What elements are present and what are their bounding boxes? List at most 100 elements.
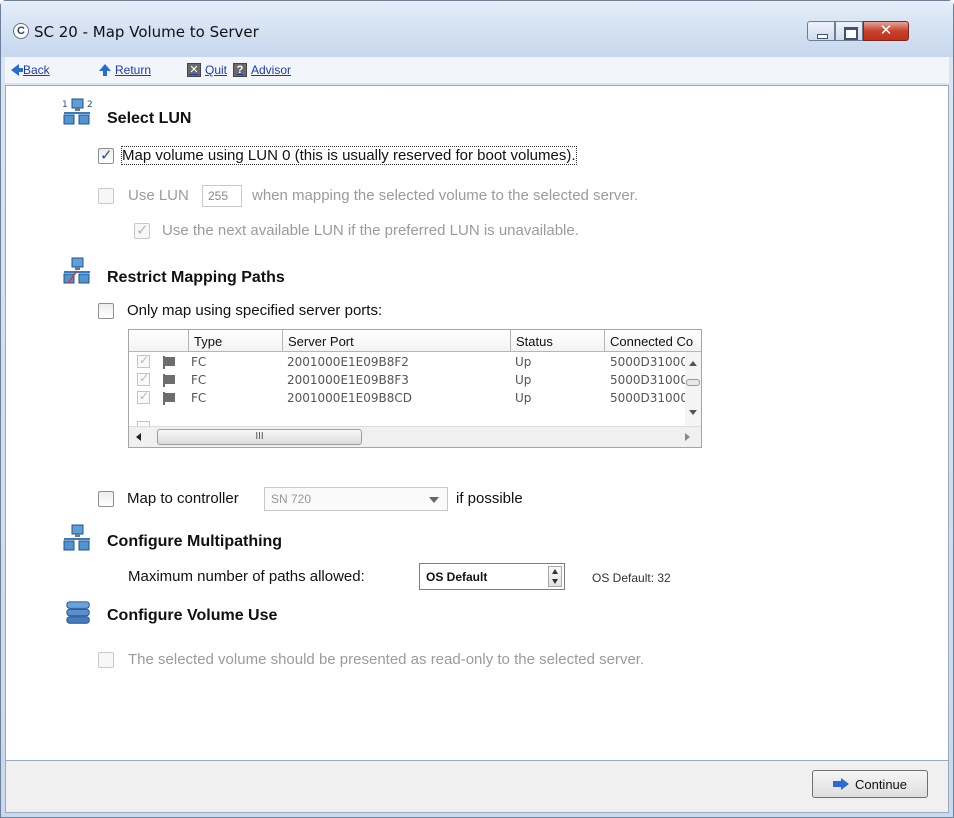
maximize-button[interactable] [835, 21, 863, 41]
row-checkbox[interactable]: ✓ [137, 371, 150, 386]
cell-type: FC [191, 391, 207, 405]
table-vertical-scrollbar[interactable] [685, 352, 701, 426]
flag-icon [163, 356, 175, 369]
back-link[interactable]: Back [11, 61, 50, 79]
check-icon: ✓ [139, 371, 150, 385]
column-header-status[interactable]: Status [511, 330, 605, 352]
scroll-left-icon[interactable] [136, 433, 141, 441]
minimize-button[interactable] [807, 21, 835, 41]
cell-status: Up [515, 373, 532, 387]
cell-status: Up [515, 391, 532, 405]
read-only-label: The selected volume should be presented … [128, 651, 645, 668]
table-row[interactable]: ✓ FC 2001000E1E09B8CD Up 5000D310000C [129, 389, 685, 407]
flag-icon [163, 374, 175, 387]
server-network-icon [63, 257, 90, 284]
cell-server-port: 2001000E1E09B8F2 [287, 355, 409, 369]
controller-select-value: SN 720 [271, 492, 312, 506]
select-lun-title: Select LUN [107, 110, 192, 127]
close-button[interactable]: ✕ [863, 21, 909, 41]
restrict-mapping-title: Restrict Mapping Paths [107, 269, 285, 286]
scroll-up-icon[interactable] [689, 361, 697, 366]
only-map-ports-checkbox[interactable] [98, 303, 114, 319]
table-row[interactable] [129, 407, 685, 426]
return-arrow-icon [99, 64, 111, 76]
table-row[interactable]: ✓ FC 2001000E1E09B8F2 Up 5000D310000C [129, 353, 685, 371]
column-header-type[interactable]: Type [189, 330, 283, 352]
continue-button[interactable]: Continue [812, 770, 928, 798]
check-icon: ✓ [139, 353, 150, 367]
column-header-connected[interactable]: Connected Co [605, 330, 701, 352]
scroll-thumb[interactable]: III [157, 429, 362, 445]
check-icon: ✓ [136, 222, 149, 239]
volume-stack-icon [66, 601, 90, 624]
flag-icon [163, 392, 175, 405]
svg-text:2: 2 [87, 100, 92, 110]
window-title: SC 20 - Map Volume to Server [34, 23, 259, 41]
cell-type: FC [191, 355, 207, 369]
advisor-icon: ? [233, 63, 247, 77]
spinner-up-icon[interactable] [552, 569, 558, 574]
cell-connected: 5000D310000C [610, 355, 685, 369]
use-next-lun-checkbox[interactable]: ✓ [134, 222, 150, 239]
os-default-note: OS Default: 32 [592, 571, 671, 585]
scroll-right-icon[interactable] [685, 433, 690, 441]
cell-server-port: 2001000E1E09B8F3 [287, 373, 409, 387]
table-row[interactable]: ✓ FC 2001000E1E09B8F3 Up 5000D310000C [129, 371, 685, 389]
use-lun-prefix: Use LUN [128, 187, 189, 204]
return-label: Return [115, 63, 152, 77]
cell-connected: 5000D310000C [610, 391, 685, 405]
server-network-icon [63, 524, 90, 551]
arrow-right-icon [832, 778, 849, 790]
continue-label: Continue [854, 776, 908, 792]
multipathing-title: Configure Multipathing [107, 533, 283, 550]
chevron-down-icon [429, 497, 439, 503]
cell-connected: 5000D310000C [610, 373, 685, 387]
max-paths-spinner[interactable]: OS Default [419, 563, 565, 590]
use-next-lun-label: Use the next available LUN if the prefer… [162, 222, 579, 239]
lun-network-icon: 1 2 [62, 98, 92, 125]
if-possible-label: if possible [456, 490, 523, 507]
quit-label: Quit [205, 63, 228, 77]
max-paths-value: OS Default [426, 570, 488, 584]
table-horizontal-scrollbar[interactable]: III [129, 426, 701, 447]
scroll-thumb[interactable] [686, 379, 700, 386]
close-icon: ✕ [879, 22, 893, 39]
svg-text:1: 1 [62, 100, 68, 110]
spinner-down-icon[interactable] [552, 579, 558, 584]
volume-use-title: Configure Volume Use [107, 607, 278, 624]
app-icon: C [13, 23, 29, 39]
cell-status: Up [515, 355, 532, 369]
column-header-select [129, 330, 189, 352]
controller-select[interactable]: SN 720 [264, 487, 448, 511]
cell-server-port: 2001000E1E09B8CD [287, 391, 412, 405]
spinner-buttons[interactable] [548, 566, 562, 587]
read-only-checkbox[interactable] [98, 652, 114, 668]
lun-number-input[interactable]: 255 [202, 185, 242, 207]
scroll-down-icon[interactable] [689, 410, 697, 415]
footer-bar [5, 761, 949, 813]
check-icon: ✓ [100, 147, 113, 164]
quit-link[interactable]: ✕ Quit [187, 61, 227, 79]
quit-icon: ✕ [187, 63, 201, 77]
advisor-label: Advisor [251, 63, 292, 77]
back-arrow-icon [11, 64, 23, 76]
map-controller-label: Map to controller [127, 490, 239, 507]
use-lun-suffix: when mapping the selected volume to the … [252, 187, 639, 204]
row-checkbox[interactable]: ✓ [137, 353, 150, 368]
advisor-link[interactable]: ? Advisor [233, 61, 291, 79]
return-link[interactable]: Return [99, 61, 151, 79]
max-paths-label: Maximum number of paths allowed: [128, 568, 365, 585]
title-bar[interactable]: C SC 20 - Map Volume to Server ✕ [1, 1, 953, 57]
server-ports-table: Type Server Port Status Connected Co ✓ F… [128, 329, 702, 448]
use-lun-checkbox[interactable] [98, 188, 114, 204]
map-lun0-label[interactable]: Map volume using LUN 0 (this is usually … [121, 146, 577, 165]
column-header-server-port[interactable]: Server Port [283, 330, 511, 352]
row-checkbox[interactable]: ✓ [137, 389, 150, 404]
back-label: Back [23, 63, 50, 77]
map-controller-checkbox[interactable] [98, 491, 114, 507]
only-map-ports-label: Only map using specified server ports: [127, 302, 383, 319]
map-lun0-checkbox[interactable]: ✓ [98, 147, 114, 164]
cell-type: FC [191, 373, 207, 387]
nav-toolbar: Back Return ✕ Quit ? Advisor [5, 57, 949, 83]
check-icon: ✓ [139, 389, 150, 403]
